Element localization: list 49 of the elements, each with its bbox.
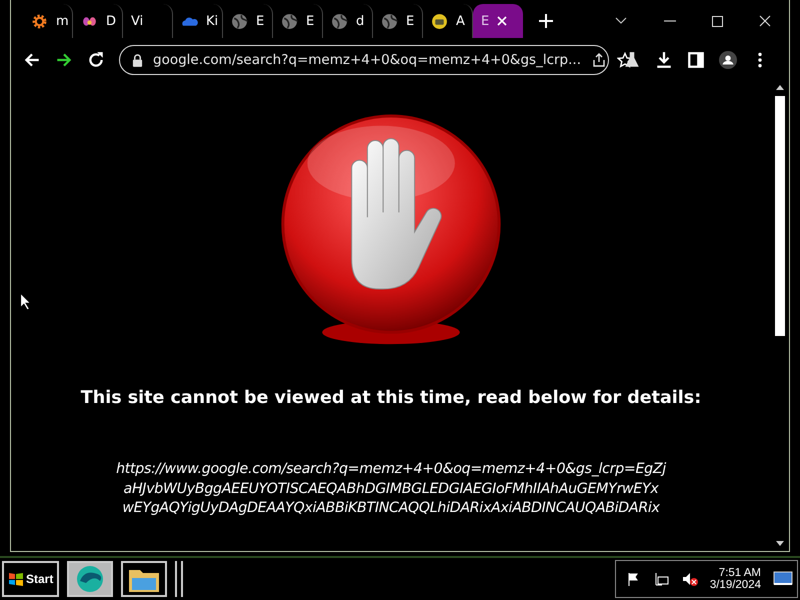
scroll-thumb[interactable] bbox=[775, 96, 785, 336]
globe-icon bbox=[231, 12, 248, 30]
scroll-down-icon[interactable] bbox=[776, 541, 784, 547]
taskbar-app-button[interactable] bbox=[121, 561, 168, 597]
clock-time: 7:51 AM bbox=[718, 567, 761, 579]
close-icon[interactable] bbox=[759, 15, 771, 27]
globe-icon bbox=[381, 12, 398, 30]
lock-icon bbox=[132, 54, 143, 66]
download-icon[interactable] bbox=[655, 51, 673, 69]
browser-tab[interactable]: m bbox=[23, 4, 73, 38]
close-tab-icon[interactable] bbox=[497, 16, 508, 26]
star-icon[interactable] bbox=[616, 52, 633, 68]
muted-speaker-icon[interactable] bbox=[682, 571, 698, 587]
share-icon[interactable] bbox=[590, 52, 607, 68]
side-panel-icon[interactable] bbox=[687, 51, 705, 69]
minimize-icon[interactable] bbox=[664, 20, 676, 22]
browser-tab[interactable]: Ki bbox=[173, 4, 223, 38]
url-line: wEYgAQYigUyDAgDEAAYQxiABBiKBTINCAQQLhiDARixAxiABDINCAUQABiDARix bbox=[122, 499, 660, 518]
gear-icon bbox=[31, 12, 48, 30]
browser-tab[interactable]: E bbox=[223, 4, 273, 38]
url-line: https://www.google.com/search?q=memz+4+0&oq=memz+4+0&gs_lcrp=EgZj bbox=[116, 460, 666, 479]
back-arrow-icon[interactable] bbox=[23, 51, 41, 69]
taskbar-grip bbox=[175, 561, 184, 597]
show-desktop-icon[interactable] bbox=[773, 571, 793, 587]
browser-tab[interactable]: E bbox=[473, 4, 523, 38]
browser-tab[interactable]: Vi bbox=[123, 4, 173, 38]
forward-arrow-icon[interactable] bbox=[55, 51, 73, 69]
windows-logo-icon bbox=[8, 571, 24, 587]
start-button[interactable]: Start bbox=[2, 561, 60, 597]
network-icon[interactable] bbox=[654, 571, 670, 587]
url-text: google.com/search?q=memz+4+0&oq=memz+4+0&gs_lcrp... bbox=[153, 52, 581, 68]
badge-icon bbox=[431, 12, 448, 30]
profile-icon[interactable] bbox=[719, 51, 737, 69]
mouse-pointer-icon bbox=[19, 292, 31, 310]
chevron-down-icon[interactable] bbox=[614, 16, 628, 26]
globe-icon bbox=[331, 12, 348, 30]
browser-tab[interactable]: D bbox=[73, 4, 123, 38]
flask-icon[interactable] bbox=[623, 51, 641, 69]
maximize-icon[interactable] bbox=[712, 16, 723, 26]
browser-tab[interactable]: E bbox=[273, 4, 323, 38]
url-line: aHJvbWUyBggAEEUYOTISCAEQABhDGIMBGLEDGIAEGIoFMhIIAhAuGEMYrwEYx bbox=[124, 480, 658, 498]
new-tab-icon[interactable] bbox=[539, 14, 553, 28]
globe-icon bbox=[281, 12, 298, 30]
browser-tab[interactable]: d bbox=[323, 4, 373, 38]
clock-date: 3/19/2024 bbox=[710, 579, 761, 591]
error-heading: This site cannot be viewed at this time, read below for details: bbox=[80, 388, 702, 408]
scroll-up-icon[interactable] bbox=[776, 84, 784, 90]
reload-icon[interactable] bbox=[87, 51, 105, 69]
browser-tab[interactable]: E bbox=[373, 4, 423, 38]
